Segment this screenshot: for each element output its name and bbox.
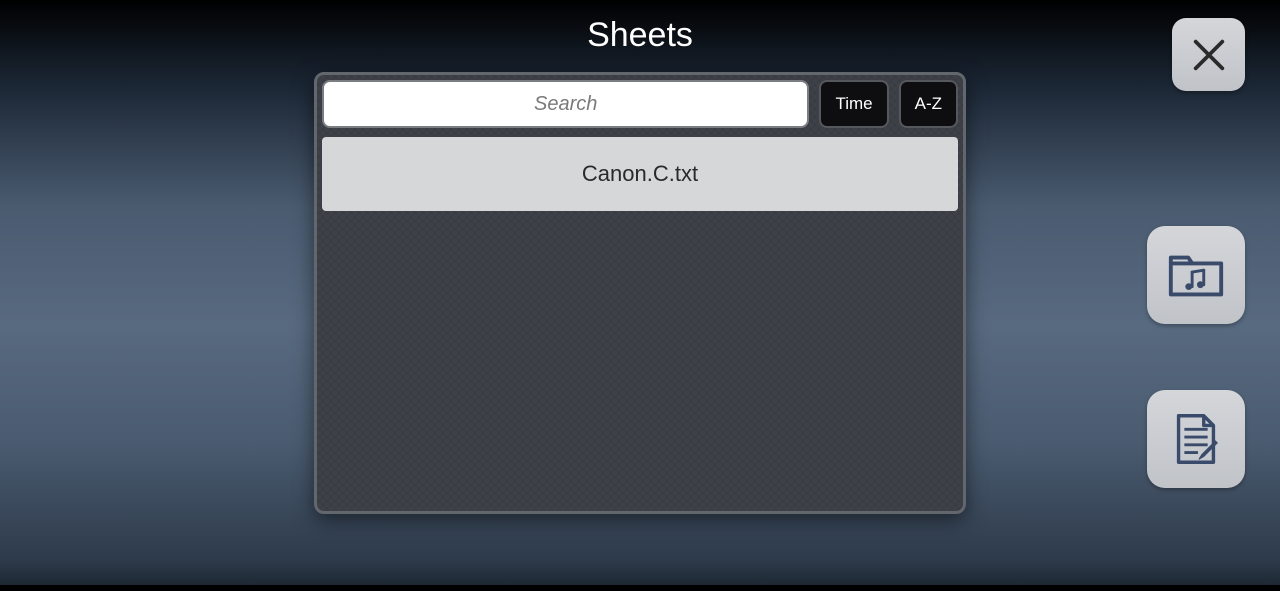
list-item[interactable]: Canon.C.txt <box>322 137 958 211</box>
sheets-panel: Time A-Z Canon.C.txt <box>314 72 966 514</box>
sort-az-button[interactable]: A-Z <box>899 80 958 128</box>
file-list: Canon.C.txt <box>322 137 958 211</box>
edit-document-icon <box>1165 408 1227 470</box>
close-icon <box>1190 36 1228 74</box>
sort-time-button[interactable]: Time <box>819 80 888 128</box>
music-folder-icon <box>1165 244 1227 306</box>
search-input[interactable] <box>322 80 809 128</box>
close-button[interactable] <box>1172 18 1245 91</box>
page-title: Sheets <box>0 16 1280 55</box>
edit-sheet-button[interactable] <box>1147 390 1245 488</box>
search-row: Time A-Z <box>322 80 958 130</box>
bottom-bar <box>0 585 1280 591</box>
music-folder-button[interactable] <box>1147 226 1245 324</box>
